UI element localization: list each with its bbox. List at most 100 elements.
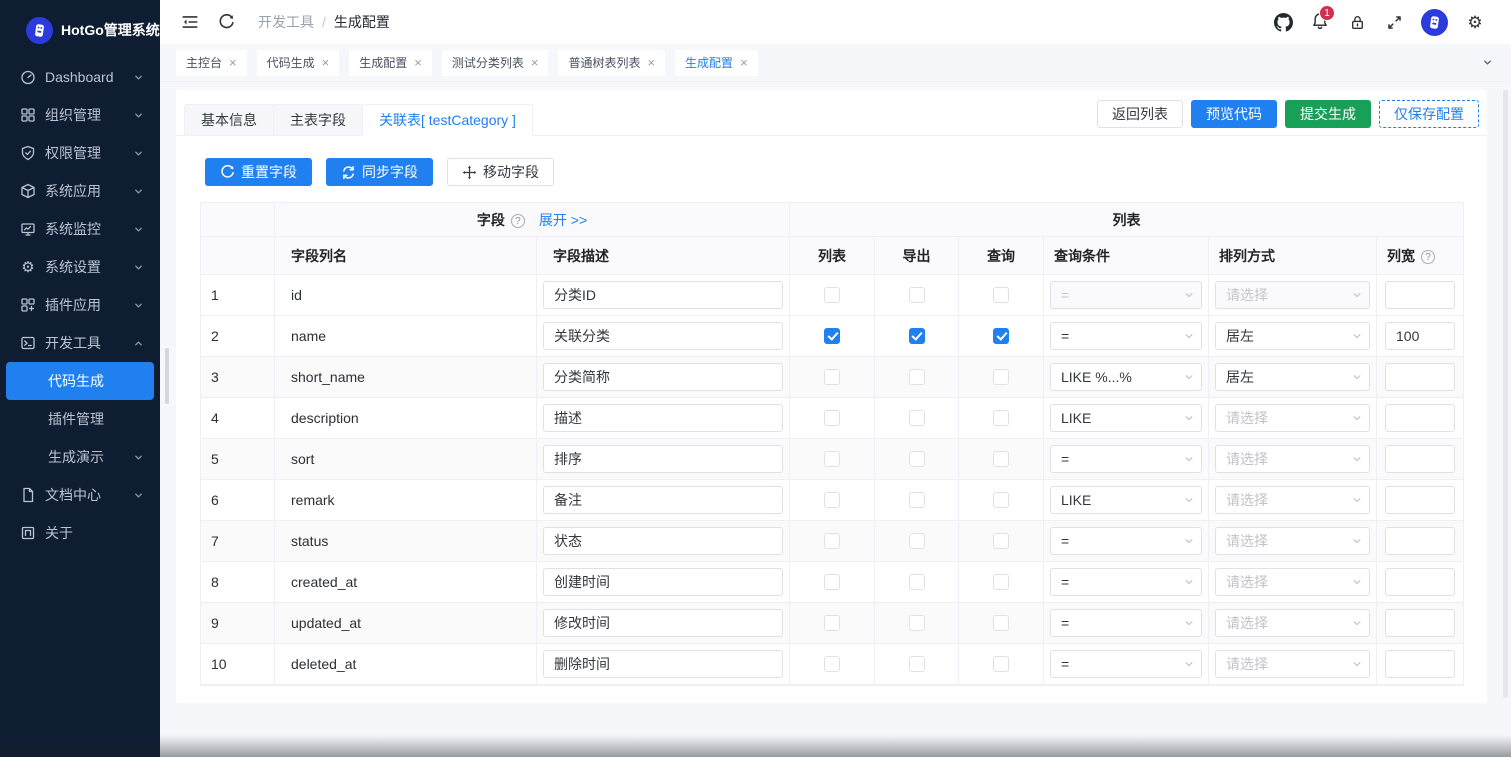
field-desc-input[interactable] bbox=[543, 445, 783, 473]
submit-generate-button[interactable]: 提交生成 bbox=[1285, 100, 1371, 128]
query-condition-select[interactable]: = bbox=[1050, 650, 1202, 678]
move-fields-button[interactable]: 移动字段 bbox=[447, 158, 554, 186]
query-checkbox[interactable] bbox=[993, 492, 1009, 508]
query-checkbox[interactable] bbox=[993, 656, 1009, 672]
query-condition-select[interactable]: = bbox=[1050, 527, 1202, 555]
query-condition-select[interactable]: LIKE bbox=[1050, 486, 1202, 514]
expand-link[interactable]: 展开 >> bbox=[539, 210, 587, 230]
export-checkbox[interactable] bbox=[909, 615, 925, 631]
close-icon[interactable]: × bbox=[414, 56, 422, 69]
sync-fields-button[interactable]: 同步字段 bbox=[326, 158, 433, 186]
close-icon[interactable]: × bbox=[647, 56, 655, 69]
close-icon[interactable]: × bbox=[740, 56, 748, 69]
notifications-bell-icon[interactable]: 1 bbox=[1310, 12, 1330, 32]
preview-code-button[interactable]: 预览代码 bbox=[1191, 100, 1277, 128]
sidebar-item-sysapp[interactable]: 系统应用 bbox=[0, 172, 160, 210]
export-checkbox[interactable] bbox=[909, 451, 925, 467]
query-checkbox[interactable] bbox=[993, 615, 1009, 631]
query-checkbox[interactable] bbox=[993, 369, 1009, 385]
tab-chip-1[interactable]: 代码生成× bbox=[257, 50, 340, 76]
export-checkbox[interactable] bbox=[909, 492, 925, 508]
sidebar-item-gendemo[interactable]: 生成演示 bbox=[0, 438, 160, 476]
sidebar-item-auth[interactable]: 权限管理 bbox=[0, 134, 160, 172]
field-desc-input[interactable] bbox=[543, 404, 783, 432]
query-condition-select[interactable]: = bbox=[1050, 568, 1202, 596]
list-checkbox[interactable] bbox=[824, 328, 840, 344]
sidebar-item-sysmon[interactable]: 系统监控 bbox=[0, 210, 160, 248]
sidebar-item-dashboard[interactable]: Dashboard bbox=[0, 58, 160, 96]
export-checkbox[interactable] bbox=[909, 287, 925, 303]
close-icon[interactable]: × bbox=[531, 56, 539, 69]
field-desc-input[interactable] bbox=[543, 486, 783, 514]
collapse-sidebar-icon[interactable] bbox=[180, 12, 200, 32]
list-checkbox[interactable] bbox=[824, 369, 840, 385]
app-logo[interactable]: HotGo管理系统 bbox=[0, 8, 160, 52]
sidebar-scrollbar[interactable] bbox=[165, 348, 169, 404]
reset-fields-button[interactable]: 重置字段 bbox=[205, 158, 312, 186]
sidebar-item-docs[interactable]: 文档中心 bbox=[0, 476, 160, 514]
fullscreen-icon[interactable] bbox=[1384, 12, 1404, 32]
list-checkbox[interactable] bbox=[824, 492, 840, 508]
close-icon[interactable]: × bbox=[322, 56, 330, 69]
reload-icon[interactable] bbox=[216, 12, 236, 32]
sidebar-item-plugin[interactable]: 插件应用 bbox=[0, 286, 160, 324]
lock-screen-icon[interactable] bbox=[1347, 12, 1367, 32]
list-checkbox[interactable] bbox=[824, 533, 840, 549]
query-checkbox[interactable] bbox=[993, 533, 1009, 549]
settings-gear-icon[interactable]: ⚙ bbox=[1465, 12, 1485, 32]
field-desc-input[interactable] bbox=[543, 281, 783, 309]
sidebar-item-about[interactable]: 关于 bbox=[0, 514, 160, 552]
align-select[interactable]: 请选择 bbox=[1215, 527, 1370, 555]
align-select[interactable]: 请选择 bbox=[1215, 650, 1370, 678]
column-width-input[interactable] bbox=[1385, 404, 1455, 432]
export-checkbox[interactable] bbox=[909, 574, 925, 590]
list-checkbox[interactable] bbox=[824, 574, 840, 590]
column-width-input[interactable] bbox=[1385, 486, 1455, 514]
query-checkbox[interactable] bbox=[993, 328, 1009, 344]
field-desc-input[interactable] bbox=[543, 527, 783, 555]
tab-chip-0[interactable]: 主控台× bbox=[176, 50, 247, 76]
user-avatar[interactable] bbox=[1421, 9, 1448, 36]
list-checkbox[interactable] bbox=[824, 287, 840, 303]
tabs-menu-chevron-down-icon[interactable] bbox=[1482, 57, 1493, 68]
field-desc-input[interactable] bbox=[543, 363, 783, 391]
column-width-input[interactable] bbox=[1385, 322, 1455, 350]
query-checkbox[interactable] bbox=[993, 451, 1009, 467]
field-desc-input[interactable] bbox=[543, 650, 783, 678]
field-desc-input[interactable] bbox=[543, 568, 783, 596]
column-width-input[interactable] bbox=[1385, 650, 1455, 678]
tab-basic[interactable]: 基本信息 bbox=[184, 104, 274, 136]
query-condition-select[interactable]: = bbox=[1050, 322, 1202, 350]
field-desc-input[interactable] bbox=[543, 322, 783, 350]
column-width-input[interactable] bbox=[1385, 527, 1455, 555]
tab-chip-5[interactable]: 生成配置× bbox=[675, 50, 758, 76]
export-checkbox[interactable] bbox=[909, 410, 925, 426]
query-condition-select[interactable]: = bbox=[1050, 609, 1202, 637]
sidebar-item-org[interactable]: 组织管理 bbox=[0, 96, 160, 134]
tab-related-table[interactable]: 关联表[ testCategory ] bbox=[362, 104, 533, 136]
export-checkbox[interactable] bbox=[909, 369, 925, 385]
tab-chip-2[interactable]: 生成配置× bbox=[349, 50, 432, 76]
align-select[interactable]: 居左 bbox=[1215, 363, 1370, 391]
breadcrumb-parent[interactable]: 开发工具 bbox=[258, 12, 314, 32]
tab-main-fields[interactable]: 主表字段 bbox=[273, 104, 363, 136]
query-checkbox[interactable] bbox=[993, 410, 1009, 426]
query-condition-select[interactable]: LIKE bbox=[1050, 404, 1202, 432]
return-list-button[interactable]: 返回列表 bbox=[1097, 100, 1183, 128]
column-width-input[interactable] bbox=[1385, 609, 1455, 637]
sidebar-item-devtool[interactable]: 开发工具 bbox=[0, 324, 160, 362]
query-checkbox[interactable] bbox=[993, 574, 1009, 590]
column-width-input[interactable] bbox=[1385, 445, 1455, 473]
save-config-button[interactable]: 仅保存配置 bbox=[1379, 100, 1479, 128]
sidebar-item-pluginmgr[interactable]: 插件管理 bbox=[0, 400, 160, 438]
export-checkbox[interactable] bbox=[909, 533, 925, 549]
align-select[interactable]: 请选择 bbox=[1215, 404, 1370, 432]
sidebar-item-sysset[interactable]: ⚙系统设置 bbox=[0, 248, 160, 286]
close-icon[interactable]: × bbox=[229, 56, 237, 69]
field-desc-input[interactable] bbox=[543, 609, 783, 637]
sidebar-item-codegen[interactable]: 代码生成 bbox=[6, 362, 154, 400]
align-select[interactable]: 请选择 bbox=[1215, 445, 1370, 473]
export-checkbox[interactable] bbox=[909, 328, 925, 344]
column-width-input[interactable] bbox=[1385, 363, 1455, 391]
export-checkbox[interactable] bbox=[909, 656, 925, 672]
